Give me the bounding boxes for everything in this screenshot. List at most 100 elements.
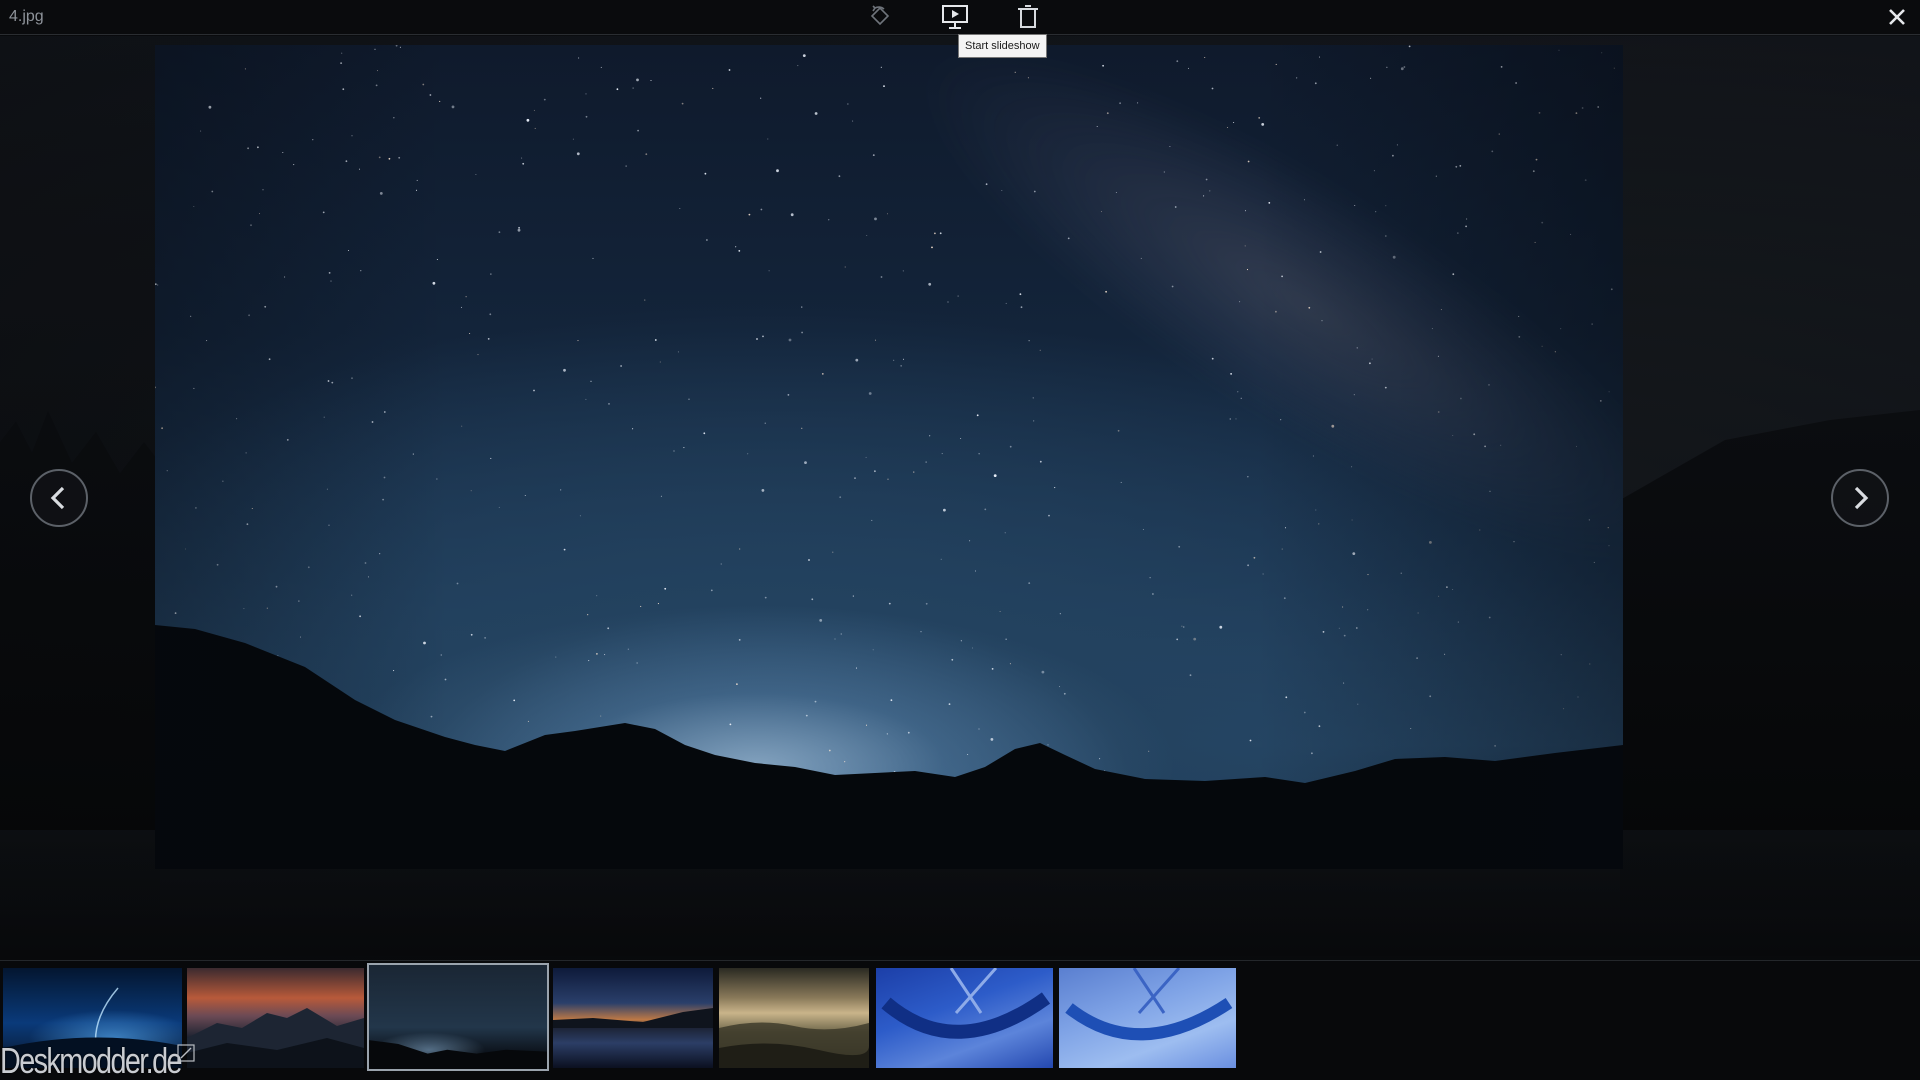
star: [620, 365, 622, 367]
main-photo: [155, 45, 1623, 869]
star: [1452, 434, 1454, 437]
star: [654, 339, 657, 341]
star: [1262, 573, 1264, 575]
star: [738, 250, 741, 252]
star: [1249, 739, 1252, 742]
star: [1261, 123, 1265, 126]
star: [490, 273, 492, 275]
star: [677, 351, 679, 353]
thumbnail-6[interactable]: [876, 968, 1053, 1068]
star: [1105, 290, 1107, 293]
star: [155, 283, 157, 286]
star: [1152, 593, 1154, 595]
filmstrip: [0, 960, 1920, 1080]
star: [393, 670, 395, 672]
star: [922, 783, 924, 785]
star: [1610, 288, 1613, 291]
star: [1385, 205, 1387, 207]
star: [1452, 588, 1454, 591]
star: [294, 775, 296, 777]
star: [644, 299, 646, 301]
star: [1429, 541, 1432, 544]
star: [637, 129, 639, 132]
star: [451, 105, 455, 109]
star: [216, 753, 218, 755]
star: [801, 427, 803, 429]
star: [748, 213, 751, 216]
star: [393, 117, 395, 119]
star: [1371, 358, 1373, 360]
star: [470, 490, 472, 492]
star: [735, 246, 737, 248]
star: [1209, 190, 1211, 192]
star: [1440, 309, 1442, 311]
previous-image-button[interactable]: [30, 469, 88, 527]
star: [978, 728, 980, 730]
star: [801, 306, 803, 308]
next-image-button[interactable]: [1831, 469, 1889, 527]
star: [1488, 384, 1490, 386]
star: [1459, 165, 1462, 167]
star: [1560, 654, 1562, 656]
star: [844, 266, 846, 268]
star: [250, 224, 252, 227]
star: [576, 152, 580, 156]
star: [298, 600, 300, 602]
star: [804, 461, 807, 464]
star: [351, 377, 353, 380]
star: [976, 414, 979, 417]
star: [776, 169, 779, 173]
star: [1607, 527, 1609, 529]
star: [596, 653, 598, 655]
star: [360, 270, 362, 272]
star: [718, 756, 720, 758]
delete-button[interactable]: [1011, 2, 1045, 32]
star: [890, 699, 893, 702]
star: [762, 335, 764, 338]
close-button[interactable]: [1882, 2, 1912, 32]
thumbnail-5[interactable]: [719, 968, 869, 1068]
star: [847, 103, 849, 105]
star: [1041, 670, 1045, 674]
thumbnail-2[interactable]: [187, 968, 364, 1068]
star: [1452, 273, 1455, 276]
star: [543, 98, 546, 101]
star: [1357, 703, 1359, 705]
star: [1593, 561, 1595, 563]
star: [1244, 245, 1246, 247]
star: [1584, 179, 1587, 182]
star: [679, 207, 681, 210]
star: [264, 765, 266, 767]
star: [712, 87, 714, 89]
star: [1500, 444, 1502, 446]
star: [1446, 586, 1448, 588]
star: [840, 633, 842, 635]
star: [1240, 397, 1242, 399]
thumbnail-7[interactable]: [1059, 968, 1236, 1068]
star: [563, 548, 566, 551]
star: [1577, 696, 1579, 698]
star: [1355, 627, 1358, 629]
star: [299, 636, 302, 638]
slideshow-button[interactable]: [938, 2, 972, 32]
star: [767, 138, 769, 140]
star: [1019, 293, 1022, 296]
star: [925, 602, 928, 605]
star: [165, 699, 168, 701]
thumbnail-4[interactable]: [553, 968, 713, 1068]
star: [808, 559, 810, 561]
star: [600, 715, 602, 717]
thumbnail-3[interactable]: [367, 963, 549, 1071]
rotate-button[interactable]: [863, 2, 897, 32]
star: [1353, 394, 1355, 396]
star: [1244, 210, 1247, 212]
star: [430, 715, 433, 718]
star: [985, 183, 988, 186]
mountain-silhouette: [155, 625, 1623, 869]
star: [1444, 653, 1446, 655]
star: [1211, 87, 1214, 90]
star: [312, 139, 314, 141]
star: [423, 641, 426, 645]
star: [251, 507, 253, 510]
star: [1140, 257, 1142, 259]
